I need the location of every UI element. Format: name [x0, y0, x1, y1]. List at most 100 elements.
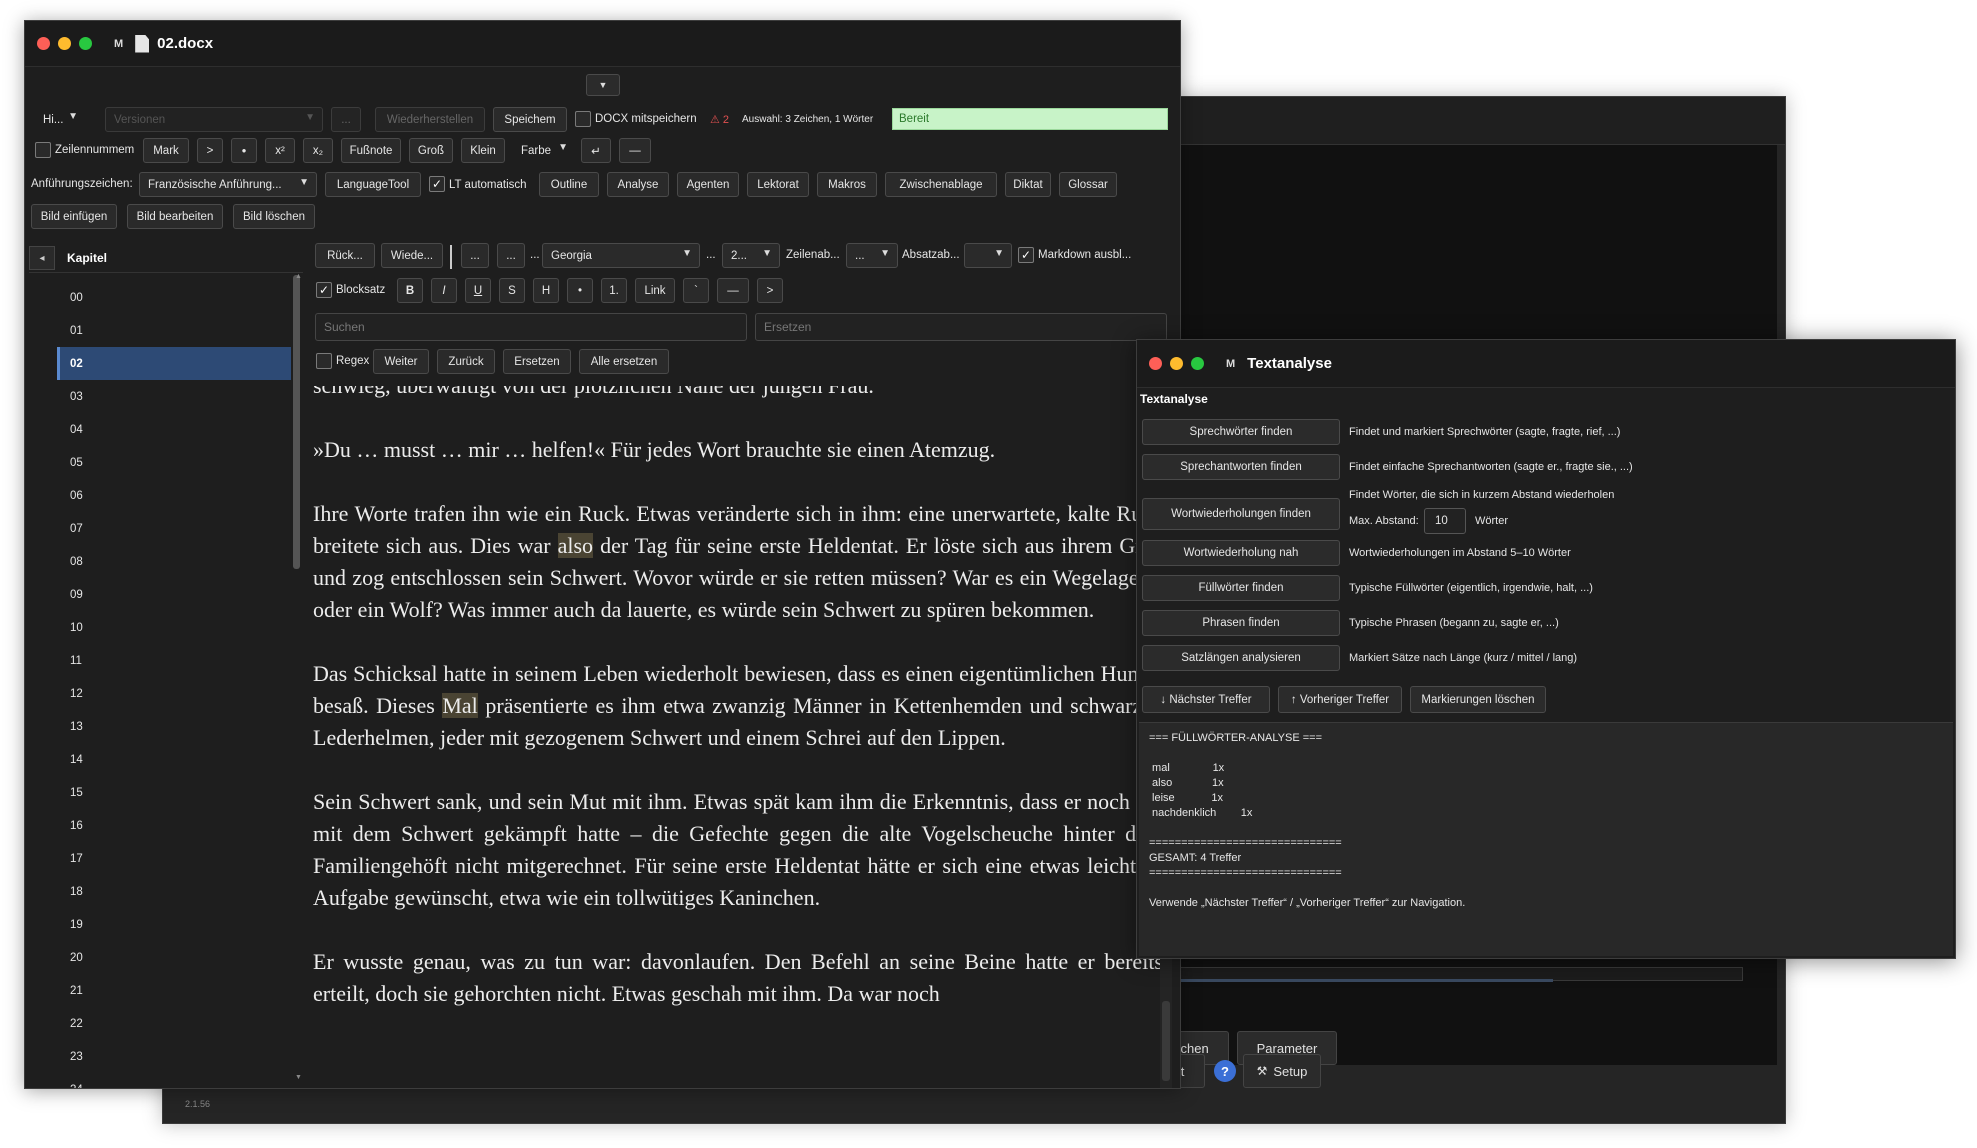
chapter-item[interactable]: 09 — [57, 578, 291, 611]
dash-button[interactable]: — — [619, 138, 651, 163]
maximize-button[interactable] — [1191, 357, 1204, 370]
quote-button[interactable]: > — [197, 138, 223, 163]
horizontal-rule-button[interactable]: — — [717, 278, 749, 303]
color-dropdown[interactable]: Farbe ▼ — [513, 138, 575, 163]
sidebar-scrollbar[interactable] — [293, 275, 300, 569]
redo-button[interactable]: Wiede... — [381, 243, 443, 268]
find-phrases-button[interactable]: Phrasen finden — [1142, 610, 1340, 636]
find-word-repetitions-button[interactable]: Wortwiederholungen finden — [1142, 498, 1340, 530]
chapter-item[interactable]: 05 — [57, 446, 291, 479]
versions-more-button[interactable]: ... — [331, 107, 361, 132]
font-size-dropdown[interactable]: 2... ▼ — [722, 243, 780, 268]
close-button[interactable] — [37, 37, 50, 50]
insert-image-button[interactable]: Bild einfügen — [31, 204, 117, 229]
underline-button[interactable]: U — [465, 278, 491, 303]
paragraph-spacing-dropdown[interactable]: ▼ — [964, 243, 1012, 268]
clipboard-button[interactable]: Zwischenablage — [885, 172, 997, 197]
view-dropdown[interactable]: Hi... ▼ — [35, 107, 85, 132]
chapter-item[interactable]: 19 — [57, 908, 291, 941]
chapter-item[interactable]: 01 — [57, 314, 291, 347]
chapter-item[interactable]: 17 — [57, 842, 291, 875]
restore-button[interactable]: Wiederherstellen — [375, 107, 485, 132]
analysis-output[interactable]: === FÜLLWÖRTER-ANALYSE === mal 1x also 1… — [1139, 722, 1953, 956]
previous-hit-button[interactable]: ↑ Vorheriger Treffer — [1278, 686, 1402, 713]
italic-button[interactable]: I — [431, 278, 457, 303]
chapter-item[interactable]: 24 — [57, 1073, 291, 1089]
chapter-item[interactable]: 04 — [57, 413, 291, 446]
chevron-down-icon[interactable]: ▼ — [295, 1074, 302, 1081]
macros-button[interactable]: Makros — [817, 172, 877, 197]
search-next-button[interactable]: Weiter — [373, 349, 429, 374]
numbered-list-button[interactable]: 1. — [601, 278, 627, 303]
chapter-item[interactable]: 02 — [57, 347, 291, 380]
replace-all-button[interactable]: Alle ersetzen — [579, 349, 669, 374]
code-button[interactable]: ` — [683, 278, 709, 303]
next-hit-button[interactable]: ↓ Nächster Treffer — [1142, 686, 1270, 713]
minimize-button[interactable] — [1170, 357, 1183, 370]
toolbar-collapse-button[interactable]: ▼ — [586, 74, 620, 96]
return-button[interactable]: ↵ — [581, 138, 611, 163]
chapter-item[interactable]: 13 — [57, 710, 291, 743]
chapter-item[interactable]: 08 — [57, 545, 291, 578]
search-prev-button[interactable]: Zurück — [437, 349, 495, 374]
chapter-item[interactable]: 10 — [57, 611, 291, 644]
chapter-item[interactable]: 11 — [57, 644, 291, 677]
find-speech-responses-button[interactable]: Sprechantworten finden — [1142, 454, 1340, 480]
format-more-button-1[interactable]: ... — [461, 243, 489, 268]
analyze-sentence-lengths-button[interactable]: Satzlängen analysieren — [1142, 645, 1340, 671]
regex-checkbox[interactable] — [316, 353, 332, 369]
chapter-item[interactable]: 00 — [57, 281, 291, 314]
bullet-button[interactable]: ● — [231, 138, 257, 163]
strikethrough-button[interactable]: S — [499, 278, 525, 303]
close-button[interactable] — [1149, 357, 1162, 370]
bullet-list-button[interactable]: • — [567, 278, 593, 303]
chapter-item[interactable]: 20 — [57, 941, 291, 974]
chapter-item[interactable]: 23 — [57, 1040, 291, 1073]
chapter-item[interactable]: 12 — [57, 677, 291, 710]
find-filler-words-button[interactable]: Füllwörter finden — [1142, 575, 1340, 601]
agents-button[interactable]: Agenten — [677, 172, 739, 197]
justify-checkbox[interactable]: ✓ — [316, 282, 332, 298]
chapter-item[interactable]: 15 — [57, 776, 291, 809]
warning-badge[interactable]: ⚠ 2 — [710, 113, 729, 126]
versions-dropdown[interactable]: Versionen ▼ — [105, 107, 323, 132]
find-speech-words-button[interactable]: Sprechwörter finden — [1142, 419, 1340, 445]
markdown-hide-checkbox[interactable]: ✓ — [1018, 247, 1034, 263]
search-input[interactable]: Suchen — [315, 313, 747, 341]
delete-image-button[interactable]: Bild löschen — [233, 204, 315, 229]
chapter-item[interactable]: 14 — [57, 743, 291, 776]
minimize-button[interactable] — [58, 37, 71, 50]
chapter-item[interactable]: 16 — [57, 809, 291, 842]
maximize-button[interactable] — [79, 37, 92, 50]
quotes-dropdown[interactable]: Französische Anführung... ▼ — [139, 172, 317, 197]
replace-button[interactable]: Ersetzen — [503, 349, 571, 374]
heading-button[interactable]: H — [533, 278, 559, 303]
undo-button[interactable]: Rück... — [315, 243, 375, 268]
line-spacing-dropdown[interactable]: ... ▼ — [846, 243, 898, 268]
languagetool-button[interactable]: LanguageTool — [325, 172, 421, 197]
footnote-button[interactable]: Fußnote — [341, 138, 401, 163]
bold-button[interactable]: B — [397, 278, 423, 303]
chapter-item[interactable]: 06 — [57, 479, 291, 512]
analyse-button[interactable]: Analyse — [607, 172, 669, 197]
sidebar-collapse-button[interactable]: ◂ — [29, 246, 55, 270]
lt-auto-checkbox[interactable]: ✓ — [429, 176, 445, 192]
save-button[interactable]: Speichem — [493, 107, 567, 132]
chapter-item[interactable]: 07 — [57, 512, 291, 545]
lektorat-button[interactable]: Lektorat — [747, 172, 809, 197]
subscript-button[interactable]: x₂ — [303, 138, 333, 163]
chapter-item[interactable]: 21 — [57, 974, 291, 1007]
glossar-button[interactable]: Glossar — [1059, 172, 1117, 197]
docx-save-checkbox[interactable] — [575, 111, 591, 127]
chevron-up-icon[interactable]: ▲ — [295, 273, 302, 280]
link-button[interactable]: Link — [635, 278, 675, 303]
clear-marks-button[interactable]: Markierungen löschen — [1410, 686, 1546, 713]
outline-button[interactable]: Outline — [539, 172, 599, 197]
diktat-button[interactable]: Diktat — [1005, 172, 1051, 197]
max-distance-input[interactable]: 10 — [1424, 508, 1466, 534]
word-repetition-near-button[interactable]: Wortwiederholung nah — [1142, 540, 1340, 566]
mark-button[interactable]: Mark — [143, 138, 189, 163]
line-numbers-checkbox[interactable] — [35, 142, 51, 158]
chapter-item[interactable]: 18 — [57, 875, 291, 908]
replace-input[interactable]: Ersetzen — [755, 313, 1167, 341]
